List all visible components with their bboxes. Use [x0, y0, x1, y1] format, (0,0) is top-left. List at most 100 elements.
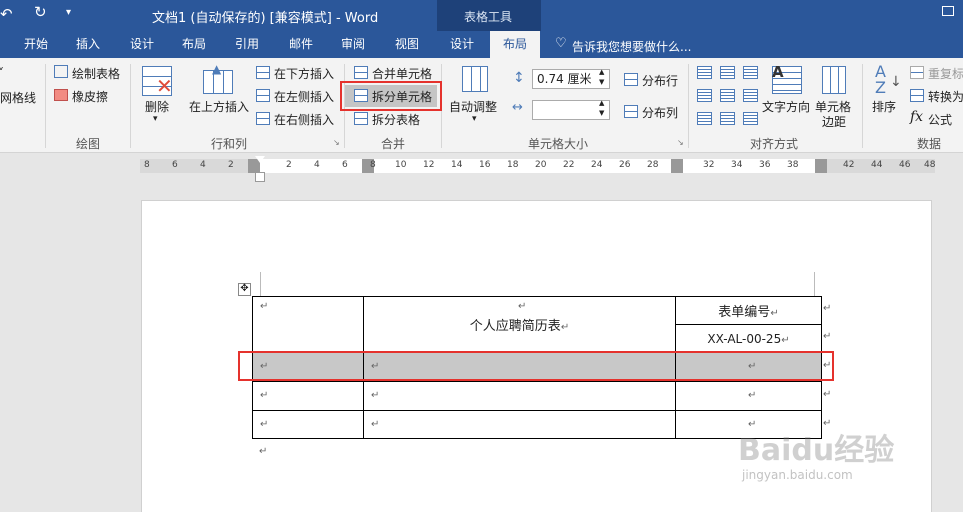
paragraph-mark: ↵ — [560, 322, 570, 333]
ruler-left-margin — [140, 159, 255, 173]
align-top-right-icon[interactable] — [743, 66, 758, 79]
repeat-header-icon — [910, 66, 924, 79]
tab-review[interactable]: 审阅 — [331, 31, 375, 58]
delete-dropdown-icon[interactable]: ▾ — [153, 114, 158, 124]
tab-references[interactable]: 引用 — [225, 31, 269, 58]
insert-below-icon — [256, 66, 270, 79]
group-label-data: 数据 — [917, 137, 942, 151]
align-bottom-left-icon[interactable] — [697, 112, 712, 125]
insert-left-button[interactable]: 在左侧插入 — [274, 88, 334, 105]
height-spin-up-icon[interactable]: ▲ — [599, 68, 604, 76]
restore-window-icon[interactable] — [942, 6, 954, 16]
table-cell[interactable]: ↵ — [252, 381, 364, 411]
table-cell[interactable]: ↵ — [363, 410, 676, 439]
distribute-cols-button[interactable]: 分布列 — [642, 104, 678, 121]
ruler-tick: 18 — [507, 160, 519, 170]
sort-button[interactable]: 排序 — [872, 98, 896, 115]
formula-button[interactable]: 公式 — [928, 111, 952, 128]
table-cell[interactable]: ↵ — [363, 381, 676, 411]
align-top-center-icon[interactable] — [720, 66, 735, 79]
align-middle-center-icon[interactable] — [720, 89, 735, 102]
width-spin-down-icon[interactable]: ▼ — [599, 109, 604, 117]
ruler-tick: 10 — [395, 160, 407, 170]
first-line-indent-marker[interactable] — [255, 156, 265, 163]
width-spin-up-icon[interactable]: ▲ — [599, 99, 604, 107]
customize-qat-icon[interactable]: ▾ — [66, 7, 71, 18]
ruler-tick: 6 — [172, 160, 178, 170]
group-label-alignment: 对齐方式 — [750, 137, 799, 151]
formula-fx-icon: fx — [910, 109, 924, 125]
paragraph-mark: ↵ — [371, 419, 380, 430]
selected-row-highlight — [238, 351, 834, 381]
ruler-tick: 2 — [228, 160, 234, 170]
table-cell[interactable]: XX-AL-00-25↵ — [675, 324, 822, 353]
split-table-button[interactable]: 拆分表格 — [372, 111, 420, 128]
paragraph-mark: ↵ — [260, 419, 269, 430]
insert-right-button[interactable]: 在右侧插入 — [274, 111, 334, 128]
align-bottom-center-icon[interactable] — [720, 112, 735, 125]
delete-button[interactable]: 删除 — [145, 98, 169, 115]
paragraph-mark: ↵ — [781, 334, 790, 346]
eraser-icon — [54, 89, 68, 101]
tab-table-layout[interactable]: 布局 — [490, 31, 540, 58]
ruler-tick: 28 — [647, 160, 659, 170]
text-direction-button[interactable]: 文字方向 — [762, 98, 810, 115]
eraser-button[interactable]: 橡皮擦 — [72, 88, 108, 105]
tell-me-box[interactable]: 告诉我您想要做什么... — [572, 38, 691, 55]
align-bottom-right-icon[interactable] — [743, 112, 758, 125]
hanging-indent-marker[interactable] — [352, 165, 362, 172]
ruler-column-marker[interactable] — [671, 159, 683, 173]
view-gridlines-button[interactable]: 网格线 — [0, 89, 36, 106]
table-move-handle-icon[interactable]: ✥ — [238, 283, 251, 296]
ruler-tick: 26 — [619, 160, 631, 170]
tab-home[interactable]: 开始 — [14, 31, 58, 58]
tab-view[interactable]: 视图 — [385, 31, 429, 58]
left-indent-marker[interactable] — [255, 172, 265, 182]
convert-to-text-button[interactable]: 转换为 — [928, 88, 963, 105]
margin-guide — [260, 272, 261, 296]
table-cell[interactable]: ↵ 个人应聘简历表↵ — [363, 296, 676, 353]
table-row[interactable]: ↵ ↵ ↵ — [252, 410, 822, 439]
merge-cells-icon — [354, 66, 368, 79]
autofit-dropdown-icon[interactable]: ▾ — [472, 114, 477, 124]
table-cell[interactable]: ↵ — [252, 410, 364, 439]
col-width-icon: ↔ — [512, 100, 523, 115]
ruler-tick: 46 — [899, 160, 911, 170]
table-cell[interactable]: ↵ — [675, 381, 822, 411]
insert-above-button[interactable]: 在上方插入 — [189, 98, 249, 115]
table-row[interactable]: ↵ ↵ ↵ — [252, 381, 822, 411]
cell-margins-line2[interactable]: 边距 — [822, 113, 846, 130]
tab-table-design[interactable]: 设计 — [440, 31, 484, 58]
tab-design[interactable]: 设计 — [120, 31, 164, 58]
repeat-header-button[interactable]: 重复标 — [928, 65, 963, 82]
height-spin-down-icon[interactable]: ▼ — [599, 78, 604, 86]
ruler-tick: 38 — [787, 160, 799, 170]
form-number-value: XX-AL-00-25 — [707, 331, 782, 346]
draw-table-icon — [54, 65, 68, 78]
ruler-column-marker[interactable] — [815, 159, 827, 173]
merge-cells-button[interactable]: 合并单元格 — [372, 65, 432, 82]
align-top-left-icon[interactable] — [697, 66, 712, 79]
dialog-launcher-icon[interactable]: ↘ — [677, 138, 684, 147]
draw-table-button[interactable]: 绘制表格 — [72, 65, 120, 82]
align-middle-right-icon[interactable] — [743, 89, 758, 102]
distribute-rows-button[interactable]: 分布行 — [642, 72, 678, 89]
paragraph-mark: ↵ — [371, 390, 380, 401]
redo-icon[interactable]: ↻ — [34, 3, 47, 21]
undo-icon[interactable]: ↶ — [0, 5, 13, 23]
table-cell[interactable]: ↵ — [252, 296, 364, 353]
sort-arrow-icon: ↓ — [890, 74, 902, 90]
ruler-tick: 34 — [731, 160, 743, 170]
table-cell[interactable]: 表单编号↵ — [675, 296, 822, 325]
end-of-row-mark: ↵ — [823, 303, 832, 314]
group-separator — [688, 64, 689, 148]
ruler-tick: 4 — [314, 160, 320, 170]
tab-insert[interactable]: 插入 — [66, 31, 110, 58]
dialog-launcher-icon[interactable]: ↘ — [333, 138, 340, 147]
tab-mailings[interactable]: 邮件 — [279, 31, 323, 58]
align-middle-left-icon[interactable] — [697, 89, 712, 102]
ruler-tick: 14 — [451, 160, 463, 170]
tab-layout[interactable]: 布局 — [172, 31, 216, 58]
insert-below-button[interactable]: 在下方插入 — [274, 65, 334, 82]
autofit-button[interactable]: 自动调整 — [449, 98, 497, 115]
